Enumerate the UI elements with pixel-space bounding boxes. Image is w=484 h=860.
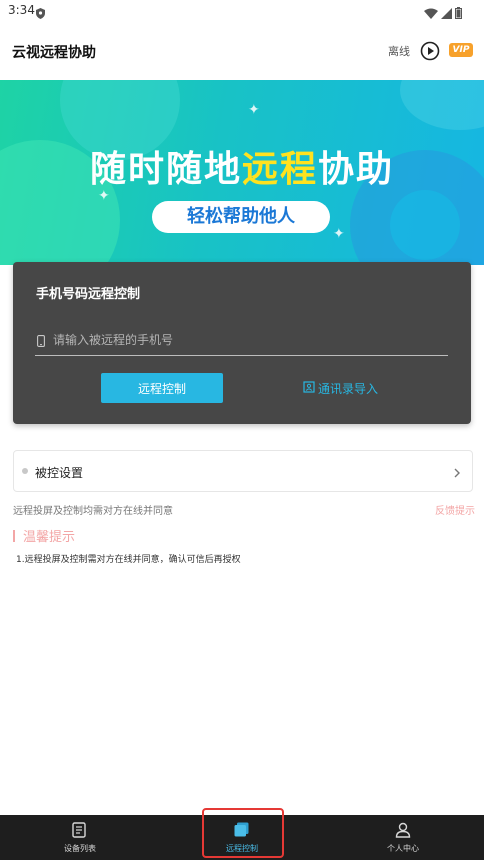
profile-icon bbox=[395, 822, 411, 840]
tab-profile-label: 个人中心 bbox=[387, 844, 419, 853]
chevron-right-icon bbox=[453, 464, 461, 483]
app-header: 云视远程协助 离线 VIP bbox=[0, 22, 484, 80]
active-tab-highlight bbox=[202, 808, 284, 858]
controlled-settings-row[interactable]: 被控设置 bbox=[13, 450, 473, 492]
tips-accent-bar bbox=[13, 529, 15, 542]
shield-icon bbox=[36, 4, 45, 23]
tab-device-list-label: 设备列表 bbox=[64, 844, 96, 853]
tips-text: 1.远程投屏及控制需对方在线并同意，确认可信后再授权 bbox=[16, 555, 241, 565]
bullet-icon bbox=[22, 468, 28, 474]
banner-subtitle: 轻松帮助他人 bbox=[152, 201, 330, 233]
feedback-link[interactable]: 反馈提示 bbox=[435, 502, 475, 517]
tab-profile[interactable]: 个人中心 bbox=[343, 815, 463, 860]
promo-banner: ✦ ✦ ✦ 随时随地远程协助 轻松帮助他人 bbox=[0, 80, 484, 265]
app-title: 云视远程协助 bbox=[12, 45, 96, 61]
status-time: 3:34 bbox=[8, 3, 35, 17]
banner-decoration bbox=[400, 80, 484, 130]
consent-note: 远程投屏及控制均需对方在线并同意 bbox=[13, 506, 173, 517]
sparkle-icon: ✦ bbox=[248, 102, 260, 118]
settings-label: 被控设置 bbox=[35, 466, 84, 480]
tips-title-text: 温馨提示 bbox=[23, 530, 76, 545]
phone-number-input[interactable] bbox=[51, 330, 435, 350]
banner-decoration bbox=[390, 190, 460, 260]
card-title: 手机号码远程控制 bbox=[36, 287, 141, 302]
battery-icon bbox=[455, 4, 462, 23]
phone-icon bbox=[37, 332, 45, 351]
status-bar: 3:34 bbox=[0, 0, 484, 22]
contacts-import-label: 通讯录导入 bbox=[318, 382, 379, 396]
sparkle-icon: ✦ bbox=[333, 226, 345, 242]
remote-control-button[interactable]: 远程控制 bbox=[101, 373, 223, 403]
contacts-import-link[interactable]: 通讯录导入 bbox=[303, 380, 378, 397]
wifi-icon bbox=[424, 4, 438, 23]
signal-icon bbox=[441, 4, 452, 23]
device-list-icon bbox=[72, 822, 86, 840]
contacts-icon bbox=[303, 381, 315, 396]
vip-badge[interactable]: VIP bbox=[449, 43, 473, 57]
tab-device-list[interactable]: 设备列表 bbox=[20, 815, 140, 860]
tips-title: 温馨提示 bbox=[13, 526, 75, 545]
online-status: 离线 bbox=[388, 45, 410, 58]
banner-headline: 随时随地远程协助 bbox=[89, 149, 395, 190]
phone-remote-card: 手机号码远程控制 远程控制 通讯录导入 bbox=[13, 262, 471, 424]
status-icons bbox=[424, 4, 462, 23]
phone-input-row bbox=[35, 328, 448, 356]
play-icon[interactable] bbox=[420, 41, 440, 65]
